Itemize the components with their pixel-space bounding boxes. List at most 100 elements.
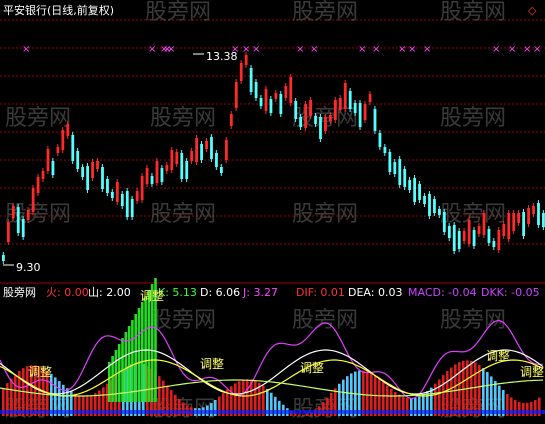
candle-body[interactable] bbox=[333, 100, 337, 120]
candle-body[interactable] bbox=[502, 224, 506, 236]
candle-body[interactable] bbox=[537, 203, 540, 225]
candle-body[interactable] bbox=[120, 194, 124, 206]
candle-body[interactable] bbox=[348, 91, 352, 109]
candle-body[interactable] bbox=[324, 117, 327, 131]
candle-body[interactable] bbox=[165, 165, 169, 171]
candle-body[interactable] bbox=[36, 177, 40, 193]
candle-body[interactable] bbox=[383, 147, 387, 153]
candle-body[interactable] bbox=[319, 117, 322, 139]
candle-body[interactable] bbox=[150, 176, 154, 184]
candle-body[interactable] bbox=[284, 86, 288, 98]
candle-body[interactable] bbox=[507, 213, 511, 239]
candle-body[interactable] bbox=[81, 167, 85, 177]
candle-body[interactable] bbox=[96, 161, 99, 169]
candle-body[interactable] bbox=[447, 226, 451, 238]
candle-body[interactable] bbox=[353, 103, 357, 113]
candle-body[interactable] bbox=[66, 124, 70, 136]
candle-body[interactable] bbox=[294, 101, 298, 119]
candle-body[interactable] bbox=[388, 152, 392, 172]
candle-body[interactable] bbox=[542, 213, 545, 227]
candle-body[interactable] bbox=[51, 161, 55, 175]
candle-body[interactable] bbox=[482, 213, 486, 235]
candle-body[interactable] bbox=[304, 104, 308, 128]
candle-body[interactable] bbox=[11, 206, 15, 218]
candle-body[interactable] bbox=[249, 68, 253, 92]
candle-body[interactable] bbox=[101, 167, 104, 189]
candle-body[interactable] bbox=[527, 208, 530, 224]
candle-body[interactable] bbox=[130, 199, 134, 217]
diamond-icon[interactable]: ◇ bbox=[528, 4, 537, 17]
candle-body[interactable] bbox=[106, 179, 109, 193]
candle-body[interactable] bbox=[309, 100, 312, 116]
candle-body[interactable] bbox=[2, 255, 5, 261]
candle-body[interactable] bbox=[512, 213, 516, 231]
candle-body[interactable] bbox=[329, 115, 332, 121]
candle-body[interactable] bbox=[200, 144, 203, 160]
candle-body[interactable] bbox=[125, 191, 129, 217]
candle-body[interactable] bbox=[195, 138, 199, 162]
candle-body[interactable] bbox=[314, 116, 317, 124]
candle-body[interactable] bbox=[26, 210, 30, 220]
candle-body[interactable] bbox=[234, 82, 238, 108]
candle-body[interactable] bbox=[21, 219, 25, 237]
candle-body[interactable] bbox=[373, 109, 377, 131]
candle-body[interactable] bbox=[205, 141, 208, 149]
candle-body[interactable] bbox=[289, 77, 293, 103]
candle-body[interactable] bbox=[244, 55, 248, 65]
candle-body[interactable] bbox=[423, 196, 426, 204]
candle-body[interactable] bbox=[378, 133, 382, 147]
candle-body[interactable] bbox=[343, 83, 347, 109]
candle-body[interactable] bbox=[145, 168, 149, 184]
candle-body[interactable] bbox=[155, 161, 159, 183]
candle-body[interactable] bbox=[413, 178, 417, 202]
candle-body[interactable] bbox=[452, 225, 456, 251]
candle-body[interactable] bbox=[358, 103, 362, 127]
candle-body[interactable] bbox=[135, 191, 139, 201]
candle-body[interactable] bbox=[497, 230, 501, 250]
candle-body[interactable] bbox=[41, 171, 45, 179]
candle-body[interactable] bbox=[472, 230, 476, 246]
candle-body[interactable] bbox=[393, 162, 397, 174]
candle-body[interactable] bbox=[517, 213, 521, 223]
candle-body[interactable] bbox=[428, 194, 431, 216]
candle-body[interactable] bbox=[175, 152, 179, 164]
candle-body[interactable] bbox=[403, 169, 407, 187]
candle-body[interactable] bbox=[398, 159, 402, 185]
candle-body[interactable] bbox=[6, 222, 10, 242]
candle-body[interactable] bbox=[269, 99, 273, 113]
candle-body[interactable] bbox=[215, 153, 218, 167]
candle-body[interactable] bbox=[433, 199, 436, 213]
candle-body[interactable] bbox=[477, 226, 481, 234]
candle-body[interactable] bbox=[279, 94, 283, 114]
stock-chart[interactable]: 股旁网 股旁网 股旁网股旁网 股旁网 股旁网股旁网 股旁网 股旁网 股旁网股旁网 股旁网 股旁网股… bbox=[0, 0, 545, 424]
candle-body[interactable] bbox=[76, 151, 80, 169]
candle-body[interactable] bbox=[368, 94, 372, 102]
candle-body[interactable] bbox=[229, 114, 233, 126]
candle-body[interactable] bbox=[56, 147, 60, 153]
candle-body[interactable] bbox=[239, 63, 243, 81]
candle-body[interactable] bbox=[487, 229, 491, 243]
candle-body[interactable] bbox=[16, 207, 20, 233]
candle-body[interactable] bbox=[254, 82, 258, 98]
candle-body[interactable] bbox=[160, 168, 164, 182]
candle-body[interactable] bbox=[338, 98, 342, 110]
candle-body[interactable] bbox=[190, 151, 194, 161]
candle-body[interactable] bbox=[210, 137, 213, 159]
candle-body[interactable] bbox=[71, 135, 75, 161]
candle-body[interactable] bbox=[115, 182, 119, 202]
candle-body[interactable] bbox=[170, 150, 174, 170]
candle-body[interactable] bbox=[180, 153, 184, 179]
candle-body[interactable] bbox=[259, 98, 263, 106]
candle-body[interactable] bbox=[224, 140, 228, 160]
candle-body[interactable] bbox=[522, 212, 526, 236]
candle-body[interactable] bbox=[363, 104, 367, 120]
candle-body[interactable] bbox=[111, 192, 114, 198]
candle-body[interactable] bbox=[86, 166, 90, 190]
candle-body[interactable] bbox=[462, 231, 466, 241]
candlestick-series[interactable] bbox=[2, 52, 545, 264]
candle-body[interactable] bbox=[31, 188, 35, 212]
candle-body[interactable] bbox=[457, 231, 461, 249]
candle-body[interactable] bbox=[91, 162, 94, 178]
candle-body[interactable] bbox=[299, 117, 303, 127]
candle-body[interactable] bbox=[408, 180, 412, 190]
